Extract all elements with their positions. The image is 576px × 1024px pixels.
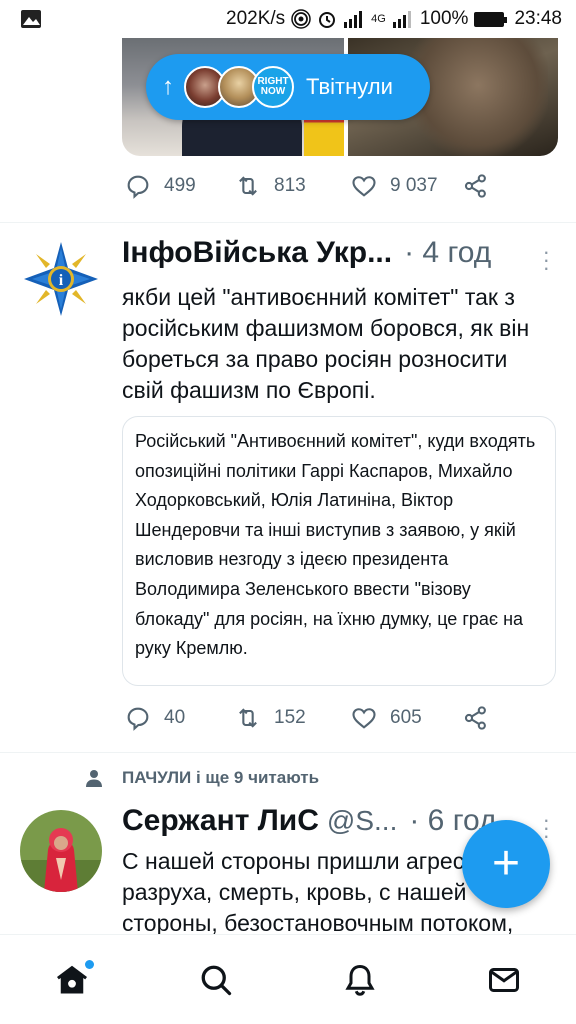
- infowarriors-emblem-icon: i: [20, 238, 102, 320]
- like-button[interactable]: 9 037: [350, 172, 462, 200]
- share-button[interactable]: [462, 704, 502, 732]
- social-context[interactable]: ПАЧУЛИ і ще 9 читають: [84, 768, 319, 788]
- author-handle[interactable]: @S...: [327, 805, 397, 837]
- retweet-count: 813: [274, 175, 306, 196]
- reply-icon: [127, 707, 149, 731]
- retweeters-pill[interactable]: ↑ RIGHT NOW Твітнули: [146, 54, 430, 120]
- divider: [0, 752, 576, 753]
- reply-count: 499: [164, 175, 196, 196]
- retweet-icon: [239, 708, 257, 728]
- network-type: 4G: [371, 13, 386, 25]
- tweet-text: якби цей "антивоєнний комітет" так з рос…: [122, 284, 530, 403]
- heart-icon: [352, 708, 376, 729]
- share-button[interactable]: [462, 172, 502, 200]
- reply-button[interactable]: 499: [124, 172, 234, 200]
- alarm-icon: [317, 9, 337, 29]
- divider: [0, 222, 576, 223]
- search-icon: [201, 965, 232, 995]
- arrow-up-icon: ↑: [162, 73, 174, 100]
- more-options-icon[interactable]: · · ·: [543, 809, 550, 847]
- retweet-button[interactable]: 152: [234, 704, 350, 732]
- author-name[interactable]: Сержант ЛиС: [122, 804, 319, 838]
- reply-button[interactable]: 40: [124, 704, 234, 732]
- tweet-header: ІнфоВійська Укр... · 4 год: [122, 236, 552, 270]
- like-count: 9 037: [390, 175, 438, 196]
- heart-icon: [352, 176, 376, 197]
- nav-notifications[interactable]: [330, 950, 390, 1010]
- quoted-tweet-text: Російський "Антивоєнний комітет", куди в…: [135, 431, 536, 659]
- new-content-dot: [85, 959, 94, 969]
- tweet-actions: 40 152 605: [124, 704, 502, 732]
- retweet-icon: [239, 176, 257, 196]
- like-count: 605: [390, 707, 422, 728]
- person-icon: [86, 770, 102, 787]
- nav-search[interactable]: [186, 950, 246, 1010]
- retweeters-label: Твітнули: [306, 74, 393, 99]
- avatar[interactable]: [20, 810, 102, 892]
- nav-messages[interactable]: [474, 950, 534, 1010]
- profile-photo: [20, 810, 102, 892]
- network-speed: 202K/s: [226, 8, 286, 29]
- battery-icon: [474, 11, 508, 27]
- author-name[interactable]: ІнфоВійська Укр...: [122, 236, 392, 270]
- quoted-tweet-card[interactable]: Російський "Антивоєнний комітет", куди в…: [122, 416, 556, 686]
- reply-icon: [127, 175, 149, 199]
- like-button[interactable]: 605: [350, 704, 462, 732]
- share-icon: [464, 706, 486, 730]
- compose-tweet-button[interactable]: +: [462, 820, 550, 908]
- more-options-icon[interactable]: · · ·: [543, 241, 550, 279]
- signal-icon: [343, 10, 365, 28]
- signal-icon-2: [392, 10, 414, 28]
- avatar[interactable]: i: [20, 238, 102, 320]
- share-icon: [464, 174, 486, 198]
- hotspot-icon: [291, 9, 311, 29]
- retweet-count: 152: [274, 707, 306, 728]
- social-context-text: ПАЧУЛИ і ще 9 читають: [122, 768, 320, 787]
- reply-count: 40: [164, 707, 186, 728]
- image-icon: [20, 9, 42, 29]
- battery-percent: 100%: [419, 8, 469, 29]
- mail-icon: [489, 967, 519, 992]
- svg-text:i: i: [59, 272, 64, 289]
- tweet-actions: 499 813 9 037: [124, 172, 502, 200]
- status-bar: 202K/s 4G 100% 23:48: [0, 0, 576, 38]
- bottom-nav: [0, 934, 576, 1024]
- avatar: RIGHT NOW: [252, 66, 294, 108]
- plus-icon: +: [491, 837, 521, 890]
- nav-home[interactable]: [42, 950, 102, 1010]
- tweet-time[interactable]: · 4 год: [404, 236, 491, 270]
- bell-icon: [345, 964, 375, 996]
- home-icon: [57, 965, 87, 993]
- clock: 23:48: [514, 8, 562, 29]
- retweet-button[interactable]: 813: [234, 172, 350, 200]
